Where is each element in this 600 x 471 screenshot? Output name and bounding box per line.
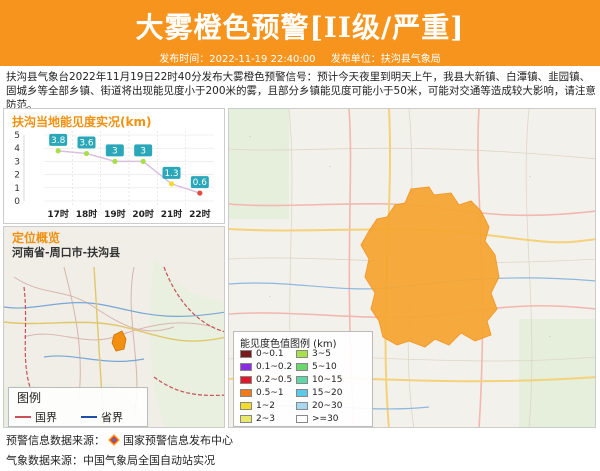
color-legend-item: 1~2 [240,401,275,411]
visibility-point [112,158,118,164]
svg-text:·: · [529,174,531,181]
issuer: 发布单位：扶沟县气象局 [330,54,441,65]
x-tick-label: 17时 [47,208,69,220]
color-swatch [240,376,252,384]
main-map[interactable]: ··· ··· 能见度色值图例 (km) 0~0.13~50.1~0.25~10… [228,108,596,428]
color-legend-title: 能见度色值图例 (km) [240,339,337,350]
color-swatch [240,389,252,397]
value-label: 3 [112,146,118,156]
y-tick-label: 3 [14,157,20,167]
color-swatch [296,350,308,358]
color-legend-label: 5~10 [312,362,337,372]
x-tick-label: 19时 [104,208,126,220]
value-label: 3.8 [51,136,66,146]
svg-text:·: · [549,334,551,341]
svg-text:·: · [329,164,331,171]
color-swatch [240,363,252,371]
color-legend-label: 0.2~0.5 [256,375,293,385]
source1-label: 预警信息数据来源： [6,434,105,447]
warning-description: 扶沟县气象台2022年11月19日22时40分发布大雾橙色预警信号：预计今天夜里… [6,71,596,111]
value-label: 0.6 [193,178,208,188]
national-border-line-icon [15,416,31,418]
color-legend-label: 0.1~0.2 [256,362,293,372]
color-legend-item: 15~20 [296,388,342,398]
visibility-point [168,181,175,187]
visibility-point [83,150,90,157]
color-legend-item: 0.1~0.2 [240,362,292,372]
svg-text:·: · [269,294,271,301]
color-legend-item: 3~5 [296,349,331,359]
header-banner: 大雾橙色预警[II级/严重] 发布时间：2022-11-19 22:40:00 … [0,0,600,66]
color-legend-item: 10~15 [296,375,342,385]
x-tick-label: 18时 [76,208,98,220]
x-tick-label: 20时 [132,208,154,220]
color-legend-label: 0.5~1 [256,388,284,398]
y-tick-label: 5 [14,131,20,141]
color-swatch [296,376,308,384]
color-swatch [240,402,252,410]
footer-source-warning: 预警信息数据来源： 国家预警信息发布中心 [6,432,233,448]
color-legend-item: 0~0.1 [240,349,284,359]
color-legend-label: 3~5 [312,349,331,359]
value-label: 1.3 [164,169,178,179]
y-tick-label: 2 [14,171,20,181]
color-legend-label: 0~0.1 [256,349,284,359]
color-legend-label: 15~20 [312,388,343,398]
y-tick-label: 4 [14,144,20,154]
visibility-color-legend: 能见度色值图例 (km) 0~0.1 3~5 0.1~0.2 5~10 0.2~0.5 1… [233,331,373,427]
warning-title: 大雾橙色预警[II级/严重] [135,11,465,44]
value-label: 3.6 [79,138,94,148]
color-swatch [240,415,252,423]
legend-item-national-border: 国界 [15,409,57,425]
color-legend-item: 0.2~0.5 [240,375,292,385]
color-swatch [296,363,308,371]
color-swatch [296,389,308,397]
location-breadcrumb: 河南省-周口市-扶沟县 [12,246,121,259]
svg-text:·: · [249,134,251,141]
color-legend-label: 1~2 [256,401,275,411]
province-border-line-icon [81,416,97,418]
footer-source-weather: 气象数据来源：中国气象局全国自动站实况 [6,452,215,468]
color-swatch [296,402,308,410]
legend-item-province-border: 省界 [81,409,123,425]
issue-time: 发布时间：2022-11-19 22:40:00 [159,54,316,65]
value-label: 3 [140,146,146,156]
y-tick-label: 0 [14,197,20,207]
visibility-point [140,158,146,164]
warning-center-logo-icon [108,434,120,446]
visibility-panel: 扶沟当地能见度实况(km) 0 1 2 3 4 5 3.8 17时 3.6 18时 3 19时 3 20时… [3,108,225,224]
color-swatch [240,350,252,358]
y-tick-label: 1 [14,184,20,194]
location-panel: 定位概览 河南省-周口市-扶沟县 图例 国界 省界 [3,226,225,428]
source2-text: 气象数据来源：中国气象局全国自动站实况 [6,454,215,467]
header-meta: 发布时间：2022-11-19 22:40:00 发布单位：扶沟县气象局 [0,50,600,65]
color-legend-item: >=30 [296,414,339,424]
legend-title: 图例 [17,391,42,405]
map-legend: 图例 国界 省界 [8,387,148,427]
color-legend-item: 2~3 [240,414,275,424]
color-legend-item: 0.5~1 [240,388,284,398]
color-legend-label: 2~3 [256,414,275,424]
x-tick-label: 22时 [189,208,211,220]
color-legend-label: 10~15 [312,375,343,385]
color-legend-item: 5~10 [296,362,337,372]
visibility-chart: 0 1 2 3 4 5 3.8 17时 3.6 18时 3 19时 3 20时 1.3 21时 0.6 22时 [14,131,214,220]
source1-value: 国家预警信息发布中心 [123,434,233,447]
color-swatch [296,415,308,423]
visibility-point [55,148,61,154]
color-legend-label: 20~30 [312,401,343,411]
x-tick-label: 21时 [161,208,183,220]
color-legend-item: 20~30 [296,401,342,411]
color-legend-label: >=30 [312,414,339,424]
visibility-point [197,190,203,196]
